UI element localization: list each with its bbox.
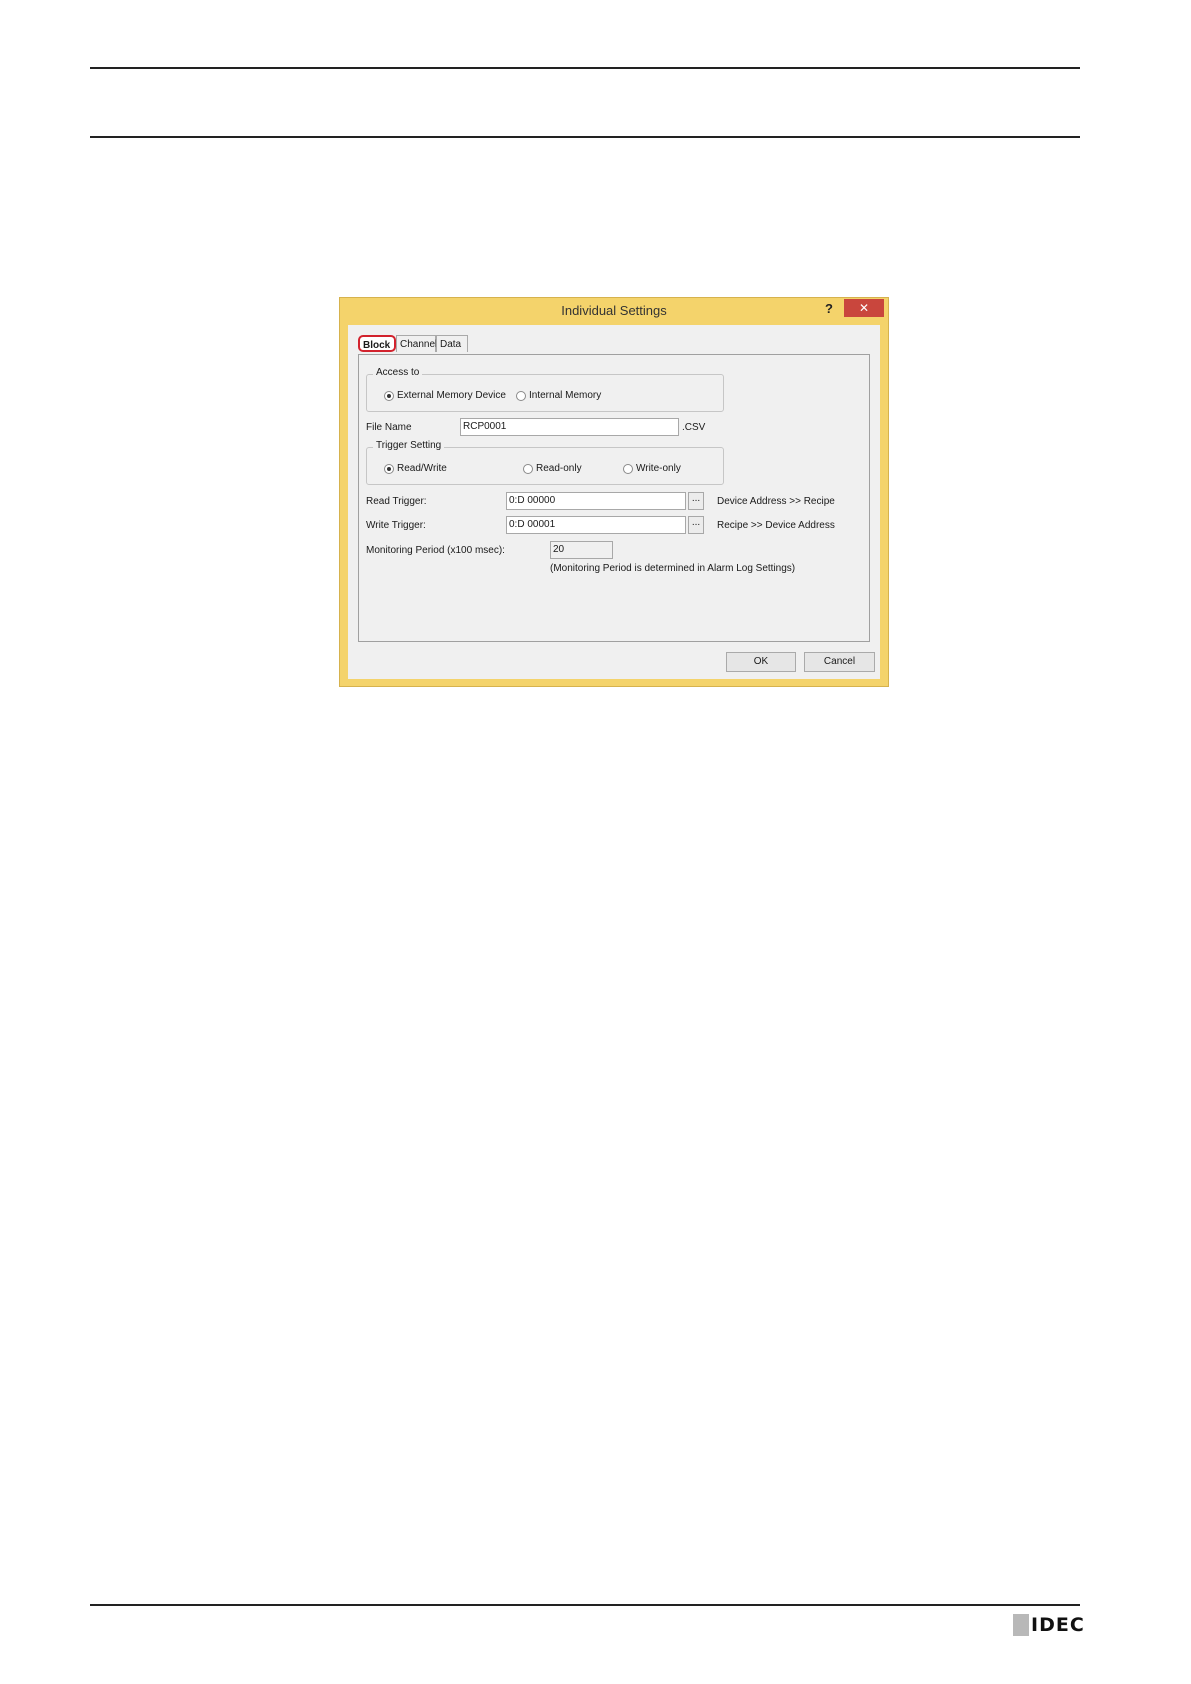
radio-unselected-icon (623, 463, 633, 474)
help-button[interactable]: ? (825, 301, 833, 316)
logo-mark-icon (1013, 1614, 1029, 1636)
access-to-legend: Access to (373, 367, 423, 378)
tab-channel[interactable]: Channel (396, 335, 437, 352)
block-tab-panel: Access to External Memory Device Interna… (358, 354, 870, 642)
trigger-setting-legend: Trigger Setting (373, 440, 445, 451)
read-trigger-input[interactable]: 0:D 00000 (506, 492, 686, 510)
tab-block[interactable]: Block (358, 335, 396, 352)
radio-write-only[interactable]: Write-only (623, 463, 681, 474)
write-trigger-input[interactable]: 0:D 00001 (506, 516, 686, 534)
radio-internal-memory[interactable]: Internal Memory (516, 390, 601, 401)
idec-logo: IDEC (1013, 1614, 1085, 1636)
write-trigger-browse-button[interactable]: ... (688, 516, 704, 534)
monitoring-period-note: (Monitoring Period is determined in Alar… (550, 563, 796, 574)
radio-unselected-icon (523, 463, 533, 474)
write-trigger-note: Recipe >> Device Address (717, 520, 835, 531)
radio-selected-icon (384, 390, 394, 401)
radio-selected-icon (384, 463, 394, 474)
close-button[interactable]: ✕ (844, 299, 884, 317)
cancel-button[interactable]: Cancel (804, 652, 875, 672)
header-rule-top (90, 67, 1080, 69)
dialog-client-area: Block Channel Data Access to External Me… (348, 325, 880, 679)
read-trigger-note: Device Address >> Recipe (717, 496, 835, 507)
file-name-input[interactable]: RCP0001 (460, 418, 679, 436)
radio-label: Read/Write (397, 463, 447, 474)
radio-label: Internal Memory (529, 390, 602, 401)
dialog-titlebar: Individual Settings ? ✕ (340, 298, 888, 325)
radio-read-write[interactable]: Read/Write (384, 463, 447, 474)
logo-text: IDEC (1031, 1614, 1085, 1636)
write-trigger-label: Write Trigger: (366, 520, 426, 531)
footer-rule (90, 1604, 1080, 1606)
access-to-group: Access to External Memory Device Interna… (366, 367, 724, 412)
file-extension-label: .CSV (682, 422, 706, 433)
radio-label: Read-only (536, 463, 582, 474)
header-rule-bottom (90, 136, 1080, 138)
radio-label: External Memory Device (397, 390, 506, 401)
trigger-setting-group: Trigger Setting Read/Write Read-only Wri… (366, 440, 724, 485)
tab-data[interactable]: Data (436, 335, 468, 352)
monitoring-period-label: Monitoring Period (x100 msec): (366, 545, 505, 556)
radio-unselected-icon (516, 390, 526, 401)
radio-external-memory-device[interactable]: External Memory Device (384, 390, 506, 401)
file-name-label: File Name (366, 422, 412, 433)
individual-settings-dialog: Individual Settings ? ✕ Block Channel Da… (339, 297, 889, 687)
dialog-title: Individual Settings (561, 303, 667, 318)
radio-label: Write-only (636, 463, 681, 474)
ok-button[interactable]: OK (726, 652, 796, 672)
radio-read-only[interactable]: Read-only (523, 463, 582, 474)
read-trigger-browse-button[interactable]: ... (688, 492, 704, 510)
monitoring-period-input: 20 (550, 541, 613, 559)
read-trigger-label: Read Trigger: (366, 496, 427, 507)
